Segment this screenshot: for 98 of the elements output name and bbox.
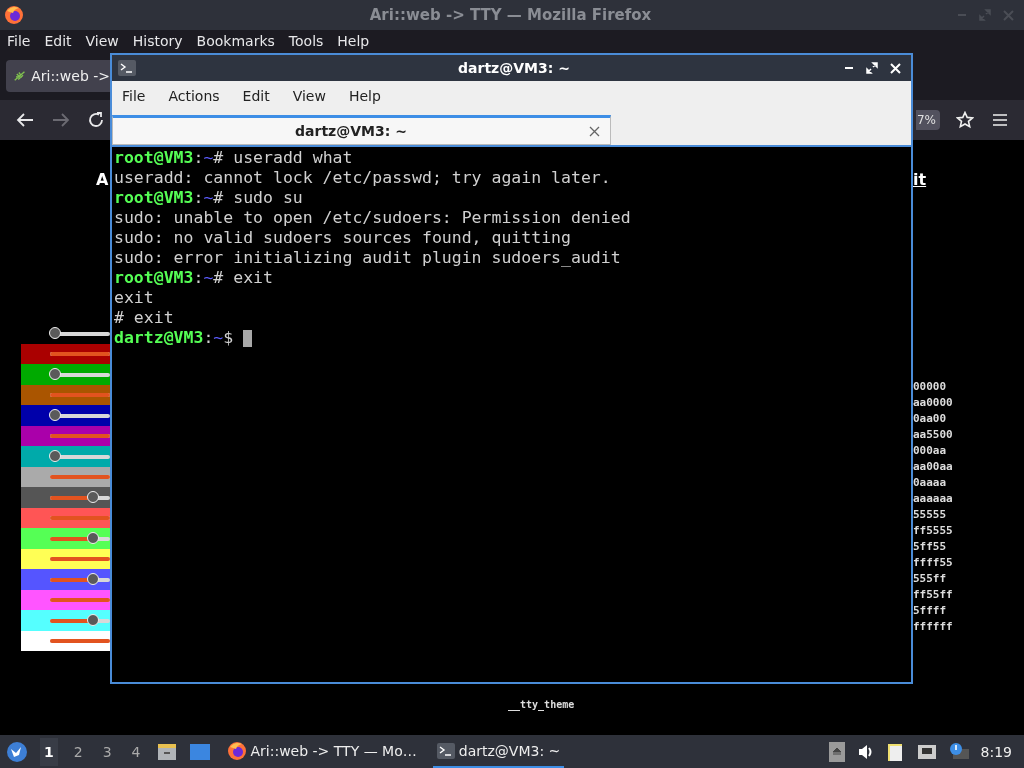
hex-value: ff55ff	[913, 587, 953, 603]
hex-value: 0aa00	[913, 411, 948, 427]
hex-value: aaaaaa	[913, 491, 953, 507]
clipboard-icon[interactable]	[886, 741, 905, 762]
firefox-icon	[4, 5, 24, 25]
slider-track[interactable]	[50, 639, 110, 643]
terminal-text: ~	[203, 148, 214, 168]
terminal-text: sudo: error initializing audit plugin sudoers_audit	[114, 248, 621, 268]
hex-value: aa00aa	[913, 459, 953, 475]
page-heading: A	[96, 170, 109, 189]
slider-thumb[interactable]	[48, 367, 61, 380]
workspace-button[interactable]: 4	[127, 737, 145, 766]
notification-icon[interactable]	[948, 742, 969, 761]
terminal-text: dartz@VM3	[114, 328, 204, 348]
terminal-text: ~	[213, 328, 224, 348]
network-icon[interactable]	[916, 743, 937, 760]
window-title: dartz@VM3: ~	[457, 60, 571, 76]
close-icon[interactable]	[589, 125, 600, 137]
file-drawer-icon[interactable]	[156, 742, 177, 761]
terminal-text: root@VM3	[114, 188, 194, 208]
hex-value: 000aa	[913, 443, 948, 459]
workspace-button[interactable]: 1	[40, 737, 58, 766]
slider-thumb[interactable]	[48, 408, 61, 421]
terminal-text: exit	[114, 288, 154, 308]
menu-item[interactable]: History	[132, 33, 183, 49]
terminal-text: :	[193, 188, 204, 208]
terminal-text: ~	[203, 268, 214, 288]
terminal-text: :	[193, 268, 204, 288]
hex-value: aa0000	[913, 395, 953, 411]
menu-item[interactable]: Actions	[168, 88, 220, 104]
terminal-icon	[436, 742, 455, 759]
slider-track[interactable]	[50, 393, 110, 397]
terminal-text: useradd: cannot lock /etc/passwd; try again later.	[114, 168, 611, 188]
desktop-icon[interactable]	[188, 742, 211, 761]
forward-icon[interactable]	[52, 112, 70, 128]
terminal-text: # sudo su	[213, 188, 303, 208]
browser-tab[interactable]: Ari::web ->	[6, 60, 110, 92]
bookmark-star-icon[interactable]	[956, 111, 974, 129]
hex-value: ff5555	[913, 523, 953, 539]
window-title: Ari::web -> TTY — Mozilla Firefox	[368, 6, 653, 24]
hex-value: 5ffff	[913, 603, 948, 619]
hex-value: ffff55	[913, 555, 953, 571]
page-link[interactable]: it	[913, 170, 927, 189]
slider-track[interactable]	[50, 516, 110, 520]
hex-value: 0aaaa	[913, 475, 948, 491]
menu-item[interactable]: Bookmarks	[196, 33, 275, 49]
slider-thumb[interactable]	[48, 326, 61, 339]
terminal-text: $	[223, 328, 234, 348]
workspace-button[interactable]: 2	[69, 737, 87, 766]
menu-item[interactable]: File	[122, 88, 146, 104]
zoom-level[interactable]: 7%	[915, 110, 940, 130]
terminal-text: # exit	[114, 308, 174, 328]
slider-thumb[interactable]	[87, 572, 100, 585]
menu-item[interactable]: Tools	[288, 33, 324, 49]
terminal-text: :	[193, 148, 204, 168]
theme-label: __tty_theme	[508, 699, 575, 710]
slider-thumb[interactable]	[48, 449, 61, 462]
taskbar-task[interactable]: Ari::web -> TTY — Mo…	[222, 735, 421, 768]
terminal-icon	[118, 60, 136, 76]
terminal-text: :	[203, 328, 214, 348]
eject-icon[interactable]	[828, 741, 845, 762]
terminal-text: # useradd what	[213, 148, 353, 168]
terminal-text: sudo: unable to open /etc/sudoers: Permission denied	[114, 208, 631, 228]
slider-thumb[interactable]	[87, 490, 100, 503]
taskbar-task[interactable]: dartz@VM3: ~	[432, 735, 565, 768]
terminal-text: root@VM3	[114, 268, 194, 288]
terminal-tab[interactable]: dartz@VM3: ~	[112, 115, 611, 145]
menu-item[interactable]: Help	[348, 88, 381, 104]
menu-item[interactable]: View	[292, 88, 326, 104]
slider-track[interactable]	[50, 434, 110, 438]
hex-value: 00000	[913, 379, 948, 395]
menu-icon[interactable]	[992, 113, 1008, 127]
hex-value: 5ff55	[913, 539, 948, 555]
terminal-text: ~	[203, 188, 214, 208]
slider-track[interactable]	[50, 598, 110, 602]
clock: 8:19	[980, 743, 1012, 760]
slider-track[interactable]	[50, 352, 110, 356]
firefox-icon	[226, 740, 247, 761]
menu-item[interactable]: View	[85, 33, 119, 49]
hex-value: 555ff	[913, 571, 948, 587]
terminal-text: root@VM3	[114, 148, 194, 168]
slider-thumb[interactable]	[87, 531, 100, 544]
slider-track[interactable]	[50, 475, 110, 479]
hex-value: 55555	[913, 507, 948, 523]
leaf-icon	[14, 69, 26, 83]
workspace-button[interactable]: 3	[98, 737, 116, 766]
menu-item[interactable]: Help	[337, 33, 370, 49]
menu-item[interactable]: Edit	[44, 33, 72, 49]
menu-item[interactable]: Edit	[242, 88, 270, 104]
menu-item[interactable]: File	[7, 33, 31, 49]
reload-icon[interactable]	[88, 112, 104, 128]
back-icon[interactable]	[16, 112, 34, 128]
hex-value: aa5500	[913, 427, 953, 443]
slider-thumb[interactable]	[87, 613, 100, 626]
slider-track[interactable]	[50, 557, 110, 561]
terminal-text: # exit	[213, 268, 273, 288]
terminal-text: sudo: no valid sudoers sources found, quitting	[114, 228, 571, 248]
hex-value: ffffff	[913, 619, 953, 635]
